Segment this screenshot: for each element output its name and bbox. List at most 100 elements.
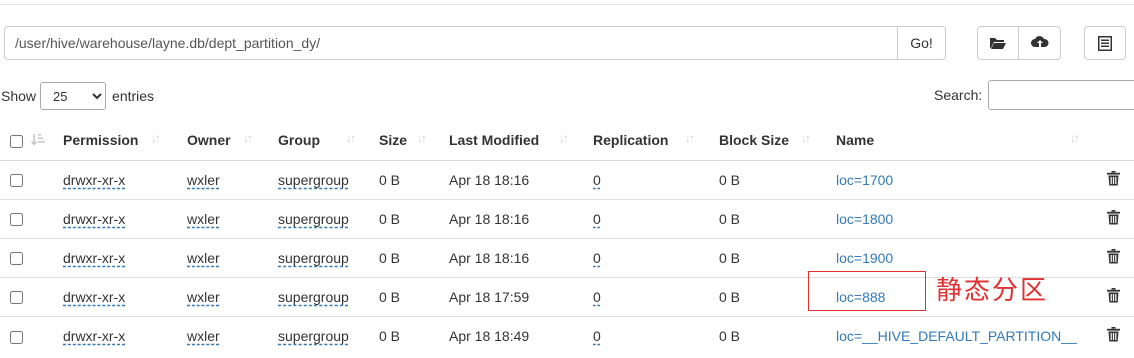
column-header-size[interactable]: Size ↓↑ [371, 121, 441, 161]
sort-order-header[interactable] [27, 121, 55, 161]
directory-link[interactable]: loc=1700 [836, 172, 893, 188]
size-cell: 0 B [379, 171, 401, 188]
sort-icon: ↓↑ [559, 131, 569, 145]
group-link[interactable]: supergroup [278, 250, 349, 266]
search-label: Search: [934, 87, 983, 103]
permission-link[interactable]: drwxr-xr-x [63, 328, 125, 344]
column-label: Name [836, 132, 875, 149]
column-header-owner[interactable]: Owner ↓↑ [179, 121, 270, 161]
column-header-replication[interactable]: Replication ↓↑ [585, 121, 711, 161]
directory-link[interactable]: loc=1900 [836, 250, 893, 266]
entries-label: entries [112, 88, 155, 104]
column-header-last-modified[interactable]: Last Modified ↓↑ [441, 121, 585, 161]
path-bar: Go! [4, 26, 946, 60]
row-checkbox[interactable] [10, 291, 23, 305]
size-cell: 0 B [371, 276, 441, 316]
permission-link[interactable]: drwxr-xr-x [63, 250, 125, 266]
permission-cell: drwxr-xr-x [55, 198, 179, 238]
owner-link[interactable]: wxler [187, 328, 220, 344]
replication-link[interactable]: 0 [593, 328, 601, 344]
select-all-checkbox[interactable] [10, 135, 23, 149]
group-link[interactable]: supergroup [278, 289, 349, 305]
owner-link[interactable]: wxler [187, 211, 220, 227]
sort-icon: ↓↑ [1070, 131, 1080, 145]
column-label: Last Modified [449, 132, 540, 149]
actions-header [1087, 121, 1134, 161]
trash-icon[interactable] [1107, 170, 1120, 186]
row-select-cell [0, 237, 27, 277]
owner-link[interactable]: wxler [187, 289, 220, 305]
create-directory-button[interactable] [977, 26, 1019, 60]
owner-cell: wxler [179, 160, 270, 199]
column-label: Replication [593, 132, 669, 149]
row-select-cell [0, 315, 27, 355]
group-link[interactable]: supergroup [278, 328, 349, 344]
trash-icon[interactable] [1107, 287, 1120, 303]
replication-cell: 0 [585, 315, 711, 355]
last-modified-cell: Apr 18 18:16 [449, 171, 530, 188]
owner-cell: wxler [179, 315, 270, 355]
row-checkbox[interactable] [10, 174, 23, 188]
actions-cell [1087, 315, 1134, 355]
sort-icon: ↓↑ [243, 131, 253, 145]
row-checkbox[interactable] [10, 330, 23, 344]
permission-link[interactable]: drwxr-xr-x [63, 289, 125, 305]
replication-link[interactable]: 0 [593, 289, 601, 305]
name-cell: loc=1700 [828, 160, 1087, 199]
trash-icon[interactable] [1107, 209, 1120, 225]
owner-cell: wxler [179, 237, 270, 277]
list-alt-icon [1098, 35, 1112, 51]
table-row: drwxr-xr-x wxler supergroup 0 B Apr 18 1… [0, 198, 1134, 238]
column-header-permission[interactable]: Permission ↓↑ [55, 121, 179, 161]
empty-cell [27, 237, 55, 277]
last-modified-cell: Apr 18 18:49 [441, 315, 585, 355]
permission-link[interactable]: drwxr-xr-x [63, 172, 125, 188]
row-checkbox[interactable] [10, 213, 23, 227]
permission-cell: drwxr-xr-x [55, 276, 179, 316]
search-input[interactable] [988, 80, 1134, 110]
replication-cell: 0 [585, 276, 711, 316]
group-cell: supergroup [270, 276, 371, 316]
owner-link[interactable]: wxler [187, 250, 220, 266]
actions-cell [1087, 160, 1134, 199]
owner-cell: wxler [179, 198, 270, 238]
annotation-label: 静态分区 [936, 276, 1049, 306]
show-label: Show [1, 88, 37, 104]
actions-cell [1087, 276, 1134, 316]
sort-icon: ↓↑ [685, 131, 695, 145]
replication-link[interactable]: 0 [593, 250, 601, 266]
group-link[interactable]: supergroup [278, 211, 349, 227]
trash-icon[interactable] [1107, 326, 1120, 342]
cut-paste-button[interactable] [1084, 26, 1126, 60]
permission-cell: drwxr-xr-x [55, 160, 179, 199]
permission-link[interactable]: drwxr-xr-x [63, 211, 125, 227]
sort-icon: ↓↑ [417, 131, 427, 145]
replication-link[interactable]: 0 [593, 211, 601, 227]
sort-amount-icon [31, 134, 45, 146]
group-link[interactable]: supergroup [278, 172, 349, 188]
row-checkbox[interactable] [10, 252, 23, 266]
directory-link[interactable]: loc=__HIVE_DEFAULT_PARTITION__ [836, 328, 1077, 344]
directory-path-input[interactable] [4, 26, 897, 60]
group-cell: supergroup [270, 198, 371, 238]
page-length-select[interactable]: 25 [40, 82, 107, 110]
replication-link[interactable]: 0 [593, 172, 601, 188]
search-control: Search: [934, 80, 1134, 110]
sort-icon: ↓↑ [151, 131, 161, 145]
replication-cell: 0 [585, 160, 711, 199]
owner-link[interactable]: wxler [187, 172, 220, 188]
directory-link[interactable]: loc=1800 [836, 211, 893, 227]
empty-cell [27, 276, 55, 316]
replication-cell: 0 [585, 198, 711, 238]
row-select-cell [0, 160, 27, 199]
size-cell: 0 B [371, 315, 441, 355]
last-modified-cell: Apr 18 17:59 [441, 276, 585, 316]
go-button[interactable]: Go! [897, 26, 946, 60]
trash-icon[interactable] [1107, 248, 1120, 264]
column-header-name[interactable]: Name ↓↑ [828, 121, 1087, 161]
upload-button[interactable] [1019, 26, 1061, 60]
column-header-group[interactable]: Group ↓↑ [270, 121, 371, 161]
table-header-row: Permission ↓↑ Owner ↓↑ Group ↓↑ Size ↓↑ Last… [0, 121, 1134, 161]
column-header-block-size[interactable]: Block Size ↓↑ [711, 121, 828, 161]
actions-cell [1087, 198, 1134, 238]
